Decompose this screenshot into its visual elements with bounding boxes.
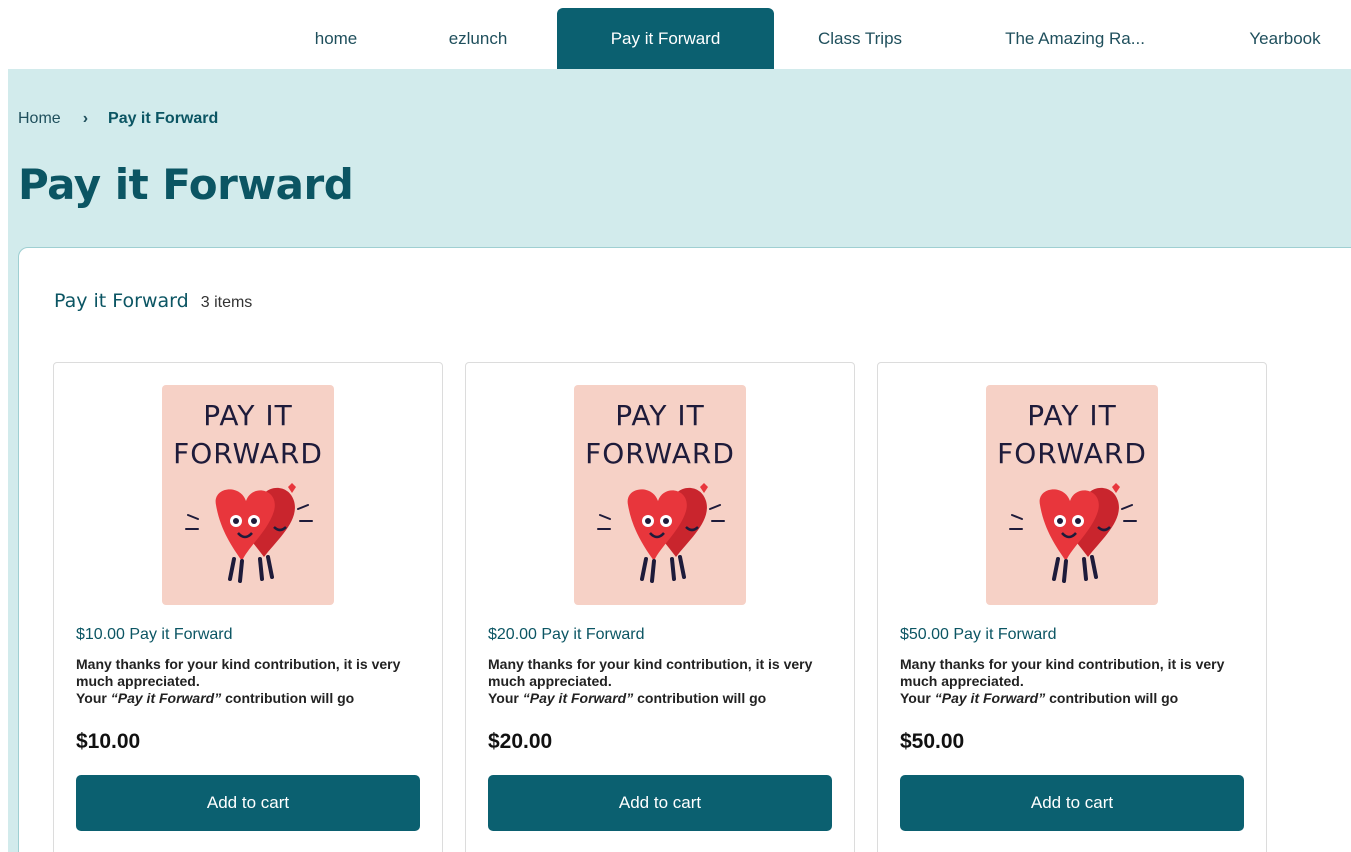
product-description: Many thanks for your kind contribution, … (900, 656, 1250, 706)
product-name-link[interactable]: $10.00 Pay it Forward (76, 626, 233, 644)
image-text-line1: PAY IT (203, 399, 293, 432)
product-card: PAY IT FORWARD $50.00 Pay it Forward Man… (877, 362, 1267, 852)
description-suffix: contribution will go (1045, 690, 1179, 706)
product-image[interactable]: PAY IT FORWARD (986, 385, 1158, 605)
product-price: $20.00 (488, 730, 553, 753)
add-to-cart-button[interactable]: Add to cart (76, 775, 420, 831)
top-navigation: home ezlunch Pay it Forward Class Trips … (0, 0, 1351, 69)
panel-title: Pay it Forward (54, 290, 189, 312)
breadcrumb-current: Pay it Forward (108, 110, 219, 127)
product-name-link[interactable]: $20.00 Pay it Forward (488, 626, 645, 644)
image-text-line2: FORWARD (997, 437, 1147, 470)
description-emphasis: “Pay it Forward” (934, 690, 1046, 706)
product-card: PAY IT FORWARD $10.00 Pay it Forward Man… (53, 362, 443, 852)
panel-header: Pay it Forward 3 items (54, 290, 252, 312)
description-text: Many thanks for your kind contribution, … (76, 656, 401, 689)
product-card: PAY IT FORWARD $20.00 Pay it Forward Man… (465, 362, 855, 852)
image-text-line1: PAY IT (615, 399, 705, 432)
tab-pay-it-forward[interactable]: Pay it Forward (557, 8, 774, 69)
tab-class-trips[interactable]: Class Trips (795, 8, 925, 69)
image-text-line2: FORWARD (585, 437, 735, 470)
tab-yearbook[interactable]: Yearbook (1220, 8, 1350, 69)
tab-home[interactable]: home (276, 8, 396, 69)
product-name-link[interactable]: $50.00 Pay it Forward (900, 626, 1057, 644)
description-text: Many thanks for your kind contribution, … (900, 656, 1225, 689)
image-text-line1: PAY IT (1027, 399, 1117, 432)
product-description: Many thanks for your kind contribution, … (76, 656, 426, 706)
tab-ezlunch[interactable]: ezlunch (418, 8, 538, 69)
description-prefix: Your (488, 690, 523, 706)
product-image[interactable]: PAY IT FORWARD (162, 385, 334, 605)
image-text-line2: FORWARD (173, 437, 323, 470)
hearts-icon (597, 483, 725, 583)
hearts-icon (1009, 483, 1137, 583)
description-suffix: contribution will go (633, 690, 767, 706)
description-prefix: Your (900, 690, 935, 706)
breadcrumb: Home › Pay it Forward (18, 110, 218, 128)
product-image[interactable]: PAY IT FORWARD (574, 385, 746, 605)
description-emphasis: “Pay it Forward” (522, 690, 634, 706)
breadcrumb-separator: › (82, 110, 89, 127)
description-suffix: contribution will go (221, 690, 355, 706)
tab-the-amazing-race[interactable]: The Amazing Ra... (980, 8, 1170, 69)
product-panel: Pay it Forward 3 items PAY IT FORWARD $1… (18, 247, 1351, 852)
description-emphasis: “Pay it Forward” (110, 690, 222, 706)
breadcrumb-home-link[interactable]: Home (18, 110, 61, 128)
add-to-cart-button[interactable]: Add to cart (900, 775, 1244, 831)
description-text: Many thanks for your kind contribution, … (488, 656, 813, 689)
add-to-cart-button[interactable]: Add to cart (488, 775, 832, 831)
hearts-icon (185, 483, 313, 583)
product-price: $10.00 (76, 730, 141, 753)
product-description: Many thanks for your kind contribution, … (488, 656, 838, 706)
page-title: Pay it Forward (18, 160, 354, 209)
item-count: 3 items (200, 294, 253, 311)
description-prefix: Your (76, 690, 111, 706)
product-price: $50.00 (900, 730, 965, 753)
